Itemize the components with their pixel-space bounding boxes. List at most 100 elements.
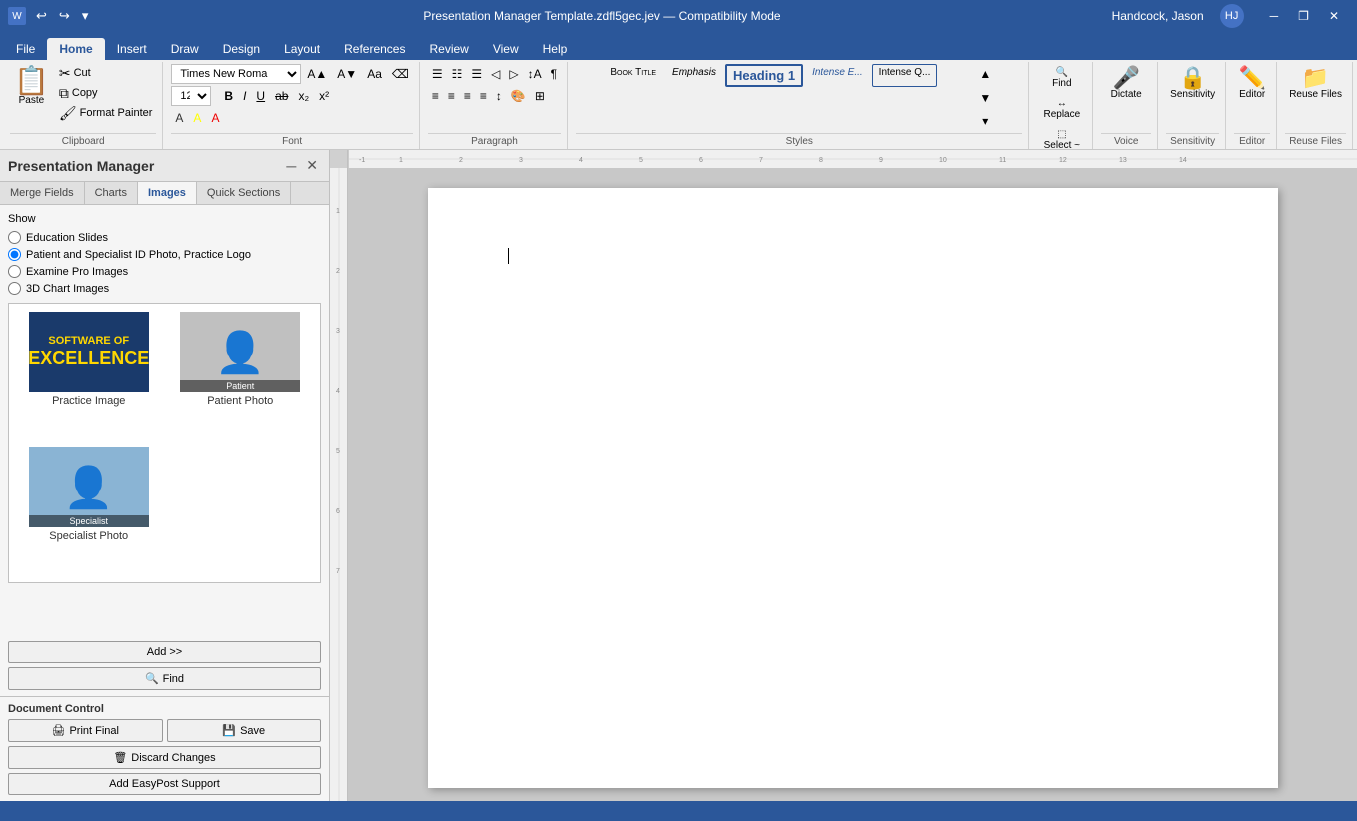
style-intense-e[interactable]: Intense E... (805, 64, 870, 87)
tab-review[interactable]: Review (417, 38, 480, 60)
numbering-button[interactable]: ☷ (448, 64, 467, 84)
reuse-files-button[interactable]: 📁 Reuse Files (1285, 64, 1346, 103)
dictate-button[interactable]: 🎤 Dictate (1101, 64, 1151, 103)
styles-scroll-down[interactable]: ▼ (975, 88, 995, 108)
save-button[interactable]: 💾 Save (167, 719, 322, 742)
radio-education: Education Slides (8, 231, 321, 244)
minimize-button[interactable]: ─ (1260, 5, 1289, 27)
tab-references[interactable]: References (332, 38, 417, 60)
style-intense-q[interactable]: Intense Q... (872, 64, 938, 87)
sidebar-minimize-button[interactable]: ─ (283, 156, 299, 175)
restore-button[interactable]: ❐ (1288, 5, 1319, 27)
style-book-title[interactable]: Book Title (603, 64, 663, 87)
style-emphasis[interactable]: Emphasis (665, 64, 723, 87)
styles-more[interactable]: ▾ (975, 111, 995, 131)
select-icon: ⬚ (1057, 129, 1066, 140)
font-label: Font (171, 133, 412, 147)
undo-button[interactable]: ↩ (32, 6, 51, 26)
radio-3d-input[interactable] (8, 282, 21, 295)
tab-quick-sections[interactable]: Quick Sections (197, 182, 291, 204)
align-center-button[interactable]: ≡ (444, 86, 459, 106)
svg-text:1: 1 (399, 157, 403, 164)
cut-button[interactable]: ✂ Cut (55, 64, 157, 82)
text-effects-button[interactable]: A (171, 108, 187, 128)
radio-education-input[interactable] (8, 231, 21, 244)
borders-button[interactable]: ⊞ (531, 86, 549, 106)
italic-button[interactable]: I (239, 86, 250, 106)
highlight-color-button[interactable]: A (189, 108, 205, 128)
underline-button[interactable]: U (252, 86, 269, 106)
subscript-button[interactable]: x₂ (294, 86, 313, 106)
replace-button[interactable]: ↔ Replace (1037, 95, 1086, 123)
dictate-icon: 🎤 (1112, 67, 1139, 89)
paste-button[interactable]: 📋 Paste (10, 64, 53, 109)
tab-home[interactable]: Home (47, 38, 104, 60)
font-color-button[interactable]: A (207, 108, 223, 128)
tab-charts[interactable]: Charts (85, 182, 138, 204)
superscript-button[interactable]: x² (315, 86, 333, 106)
copy-button[interactable]: ⧉ Copy (55, 84, 157, 102)
sort-button[interactable]: ↕A (524, 64, 546, 84)
ruler-corner (330, 150, 348, 168)
style-heading1[interactable]: Heading 1 (725, 64, 803, 87)
sidebar-close-button[interactable]: ✕ (303, 156, 321, 175)
reuse-content: 📁 Reuse Files (1285, 64, 1346, 131)
bold-button[interactable]: B (220, 86, 237, 106)
customize-qat-button[interactable]: ▾ (78, 6, 93, 26)
tab-images[interactable]: Images (138, 182, 197, 204)
reuse-group: 📁 Reuse Files Reuse Files (1279, 62, 1353, 149)
print-final-button[interactable]: 🖨 Print Final (8, 719, 163, 742)
bullets-button[interactable]: ☰ (428, 64, 447, 84)
patient-image-item[interactable]: 👤 Patient Patient Photo (169, 312, 313, 439)
sensitivity-button[interactable]: 🔒 Sensitivity (1166, 64, 1219, 103)
radio-examine-input[interactable] (8, 265, 21, 278)
styles-gallery: Book Title Emphasis Heading 1 Intense E.… (603, 64, 973, 87)
practice-image-item[interactable]: SOFTWARE OF EXCELLENCE Practice Image (17, 312, 161, 439)
find-button[interactable]: 🔍 Find (1037, 64, 1086, 92)
font-name-select[interactable]: Times New Roma (171, 64, 301, 84)
justify-button[interactable]: ≡ (476, 86, 491, 106)
discard-changes-button[interactable]: 🗑 Discard Changes (8, 746, 321, 769)
add-easypost-button[interactable]: Add EasyPost Support (8, 773, 321, 795)
add-button[interactable]: Add >> (8, 641, 321, 663)
document-page[interactable] (428, 188, 1278, 788)
practice-image-label: Practice Image (52, 395, 125, 407)
strikethrough-button[interactable]: ab (271, 86, 292, 106)
font-size-select[interactable]: 12 (171, 86, 211, 106)
redo-button[interactable]: ↪ (55, 6, 74, 26)
tab-view[interactable]: View (481, 38, 531, 60)
clear-format-button[interactable]: ⌫ (388, 64, 413, 84)
shrink-font-button[interactable]: A▼ (333, 64, 361, 84)
font-group: Times New Roma A▲ A▼ Aa ⌫ 12 B I U ab x₂… (165, 62, 419, 149)
tab-file[interactable]: File (4, 38, 47, 60)
radio-patient-input[interactable] (8, 248, 21, 261)
text-cursor (508, 248, 509, 264)
styles-scroll-up[interactable]: ▲ (975, 64, 995, 84)
align-right-button[interactable]: ≡ (460, 86, 475, 106)
close-button[interactable]: ✕ (1319, 5, 1349, 27)
clipboard-content: 📋 Paste ✂ Cut ⧉ Copy 🖌 Format Painter (10, 64, 156, 131)
grow-font-button[interactable]: A▲ (303, 64, 331, 84)
decrease-indent-button[interactable]: ◁ (487, 64, 504, 84)
tab-design[interactable]: Design (211, 38, 272, 60)
shading-button[interactable]: 🎨 (507, 86, 530, 106)
find-sidebar-button[interactable]: 🔍 Find (8, 667, 321, 690)
align-left-button[interactable]: ≡ (428, 86, 443, 106)
change-case-button[interactable]: Aa (363, 64, 386, 84)
document-area[interactable] (348, 168, 1357, 801)
document-title: Presentation Manager Template.zdfl5gec.j… (92, 9, 1111, 23)
tab-merge-fields[interactable]: Merge Fields (0, 182, 85, 204)
line-spacing-button[interactable]: ↕ (492, 86, 506, 106)
editor-button[interactable]: ✏️ Editor (1234, 64, 1270, 103)
svg-text:2: 2 (336, 268, 340, 275)
tab-draw[interactable]: Draw (159, 38, 211, 60)
tab-layout[interactable]: Layout (272, 38, 332, 60)
format-painter-button[interactable]: 🖌 Format Painter (55, 104, 157, 122)
tab-insert[interactable]: Insert (105, 38, 159, 60)
multilevel-button[interactable]: ☰ (467, 64, 486, 84)
increase-indent-button[interactable]: ▷ (505, 64, 522, 84)
styles-scroll: ▲ ▼ ▾ (975, 64, 995, 131)
show-para-marks-button[interactable]: ¶ (547, 64, 561, 84)
tab-help[interactable]: Help (531, 38, 580, 60)
specialist-image-item[interactable]: 👤 Specialist Specialist Photo (17, 447, 161, 574)
